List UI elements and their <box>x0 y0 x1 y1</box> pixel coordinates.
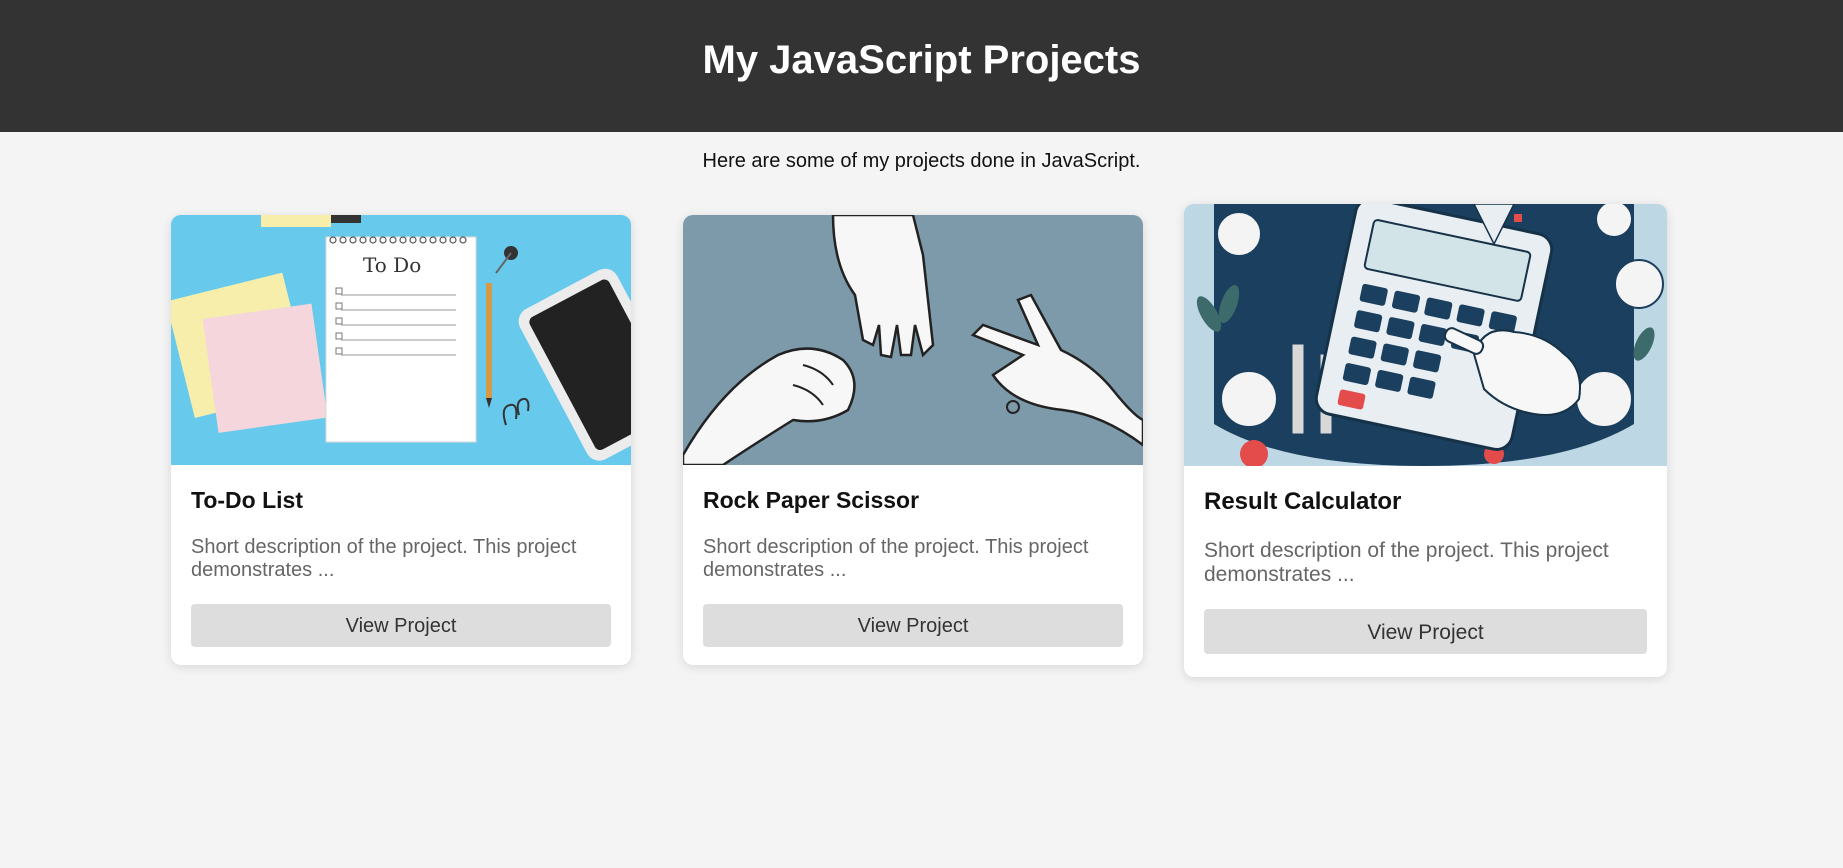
card-body: Rock Paper Scissor Short description of … <box>683 465 1143 665</box>
view-project-button[interactable]: View Project <box>703 604 1123 647</box>
project-title: Rock Paper Scissor <box>703 487 920 513</box>
project-title: Result Calculator <box>1204 488 1402 515</box>
intro-text: Here are some of my projects done in Jav… <box>702 150 1141 172</box>
page-title: My JavaScript Projects <box>702 37 1141 82</box>
project-card: Result Calculator Short description of t… <box>1184 204 1667 677</box>
rock-paper-scissors-hands-image <box>683 215 1143 465</box>
card-body: Result Calculator Short description of t… <box>1184 466 1667 674</box>
project-description: Short description of the project. This p… <box>191 536 577 581</box>
page-header: My JavaScript Projects <box>0 0 1843 132</box>
project-description: Short description of the project. This p… <box>703 536 1089 581</box>
project-description: Short description of the project. This p… <box>1204 539 1609 586</box>
project-card: Rock Paper Scissor Short description of … <box>683 215 1143 665</box>
calculator-infographic-image <box>1184 204 1667 466</box>
card-body: To-Do List Short description of the proj… <box>171 465 631 665</box>
todo-image-text: To Do <box>363 253 421 277</box>
project-card: To Do To-Do List Short description of th… <box>171 215 631 665</box>
view-project-button[interactable]: View Project <box>1204 609 1647 654</box>
todo-notebook-image: To Do <box>171 215 631 465</box>
project-title: To-Do List <box>191 487 303 513</box>
view-project-button[interactable]: View Project <box>191 604 611 647</box>
